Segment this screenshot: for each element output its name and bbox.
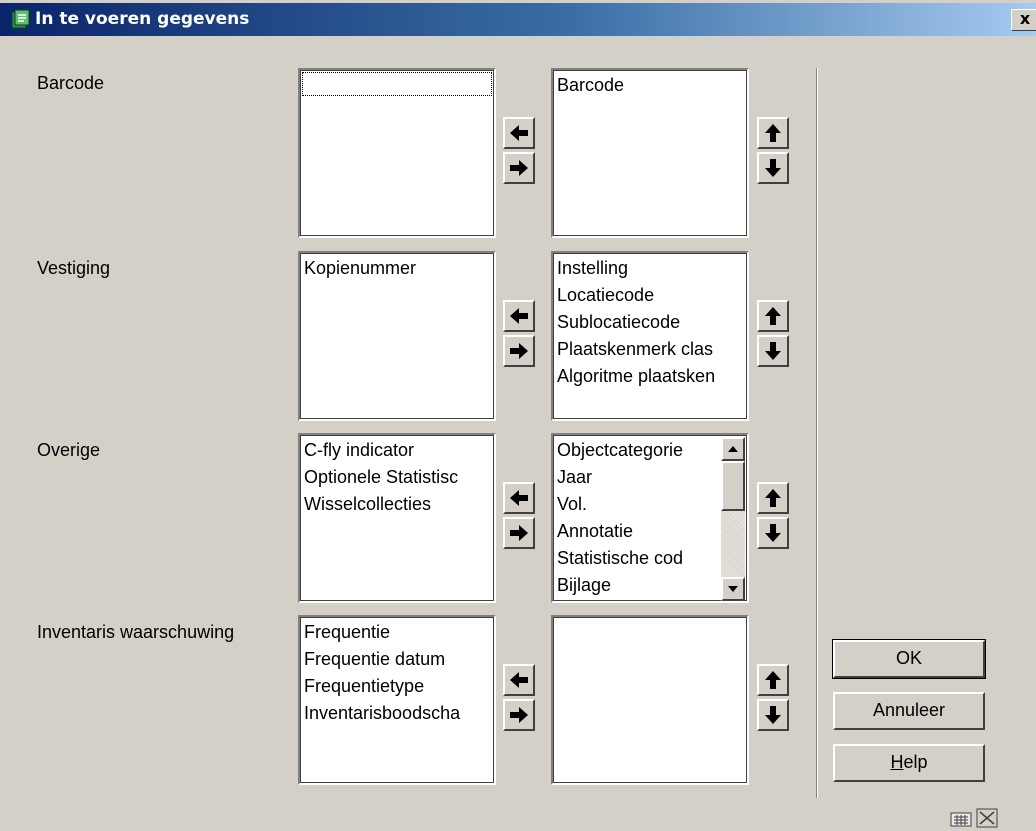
move-down-button[interactable] (757, 517, 789, 549)
list-item[interactable]: Bijlage (553, 572, 723, 599)
vestiging-selected-list[interactable]: Instelling Locatiecode Sublocatiecode Pl… (551, 251, 749, 421)
barcode-selected-list[interactable]: Barcode (551, 68, 749, 238)
arrow-right-icon (510, 525, 528, 541)
list-item[interactable]: Frequentie (300, 619, 494, 646)
arrow-up-icon (765, 307, 781, 325)
arrow-left-icon (510, 490, 528, 506)
move-left-button[interactable] (503, 117, 535, 149)
list-item[interactable]: Wisselcollecties (300, 491, 494, 518)
list-item[interactable]: Optionele Statistisc (300, 464, 494, 491)
arrow-right-icon (510, 343, 528, 359)
move-up-button[interactable] (757, 300, 789, 332)
move-up-button[interactable] (757, 664, 789, 696)
triangle-down-icon (728, 586, 738, 592)
arrow-up-icon (765, 124, 781, 142)
move-right-button[interactable] (503, 335, 535, 367)
inventaris-selected-list[interactable] (551, 615, 749, 785)
arrow-up-icon (765, 671, 781, 689)
move-right-button[interactable] (503, 152, 535, 184)
list-item[interactable]: Vol. (553, 491, 723, 518)
arrow-down-icon (765, 706, 781, 724)
ok-button[interactable]: OK (832, 639, 986, 679)
move-up-button[interactable] (757, 482, 789, 514)
list-item[interactable]: Locatiecode (553, 282, 747, 309)
arrow-up-icon (765, 489, 781, 507)
overige-selected-list[interactable]: Objectcategorie Jaar Vol. Annotatie Stat… (551, 433, 749, 603)
move-left-button[interactable] (503, 300, 535, 332)
vertical-scrollbar[interactable] (721, 437, 745, 601)
overige-available-list[interactable]: C-fly indicator Optionele Statistisc Wis… (298, 433, 496, 603)
resize-icon[interactable] (976, 808, 998, 828)
scroll-thumb[interactable] (721, 461, 745, 511)
list-item[interactable]: Instelling (553, 255, 747, 282)
help-label: elp (903, 752, 928, 772)
arrow-left-icon (510, 125, 528, 141)
list-item[interactable]: Inventarisboodscha (300, 700, 494, 727)
move-right-button[interactable] (503, 517, 535, 549)
arrow-down-icon (765, 342, 781, 360)
move-up-button[interactable] (757, 117, 789, 149)
close-button[interactable]: x (1011, 9, 1036, 31)
list-item[interactable]: Jaar (553, 464, 723, 491)
help-button[interactable]: Help (833, 744, 985, 782)
cancel-button[interactable]: Annuleer (833, 692, 985, 730)
list-items: Frequentie Frequentie datum Frequentiety… (300, 619, 494, 727)
scroll-down-button[interactable] (721, 577, 745, 601)
list-items: Instelling Locatiecode Sublocatiecode Pl… (553, 255, 747, 390)
vestiging-available-list[interactable]: Kopienummer (298, 251, 496, 421)
keyboard-icon[interactable] (950, 810, 972, 828)
arrow-left-icon (510, 308, 528, 324)
list-item[interactable]: Frequentietype (300, 673, 494, 700)
arrow-left-icon (510, 672, 528, 688)
arrow-down-icon (765, 524, 781, 542)
app-icon (11, 9, 30, 29)
move-left-button[interactable] (503, 482, 535, 514)
focus-placeholder (302, 72, 492, 96)
vertical-divider (816, 68, 818, 798)
title-bar-background: In te voeren gegevens x (0, 3, 1036, 36)
move-left-button[interactable] (503, 664, 535, 696)
move-down-button[interactable] (757, 699, 789, 731)
barcode-available-list[interactable] (298, 68, 496, 238)
list-item[interactable]: Kopienummer (300, 255, 494, 282)
list-item[interactable]: Plaatskenmerk clas (553, 336, 747, 363)
inventaris-available-list[interactable]: Frequentie Frequentie datum Frequentiety… (298, 615, 496, 785)
title-bar: In te voeren gegevens x (0, 0, 1036, 38)
move-right-button[interactable] (503, 699, 535, 731)
list-items: C-fly indicator Optionele Statistisc Wis… (300, 437, 494, 518)
list-item[interactable]: Barcode (553, 72, 747, 99)
list-item[interactable]: Algoritme plaatsken (553, 363, 747, 390)
list-items: Objectcategorie Jaar Vol. Annotatie Stat… (553, 437, 723, 599)
label-barcode: Barcode (37, 73, 105, 93)
arrow-right-icon (510, 707, 528, 723)
arrow-down-icon (765, 159, 781, 177)
triangle-up-icon (728, 446, 738, 452)
close-icon: x (1019, 9, 1031, 28)
list-item[interactable]: Annotatie (553, 518, 723, 545)
list-item[interactable]: Sublocatiecode (553, 309, 747, 336)
list-item[interactable]: C-fly indicator (300, 437, 494, 464)
list-item[interactable]: Objectcategorie (553, 437, 723, 464)
label-vestiging: Vestiging (37, 258, 111, 278)
arrow-right-icon (510, 160, 528, 176)
help-mnemonic: H (890, 752, 904, 772)
move-down-button[interactable] (757, 335, 789, 367)
label-overige: Overige (37, 440, 101, 460)
label-inventaris: Inventaris waarschuwing (37, 622, 235, 642)
scroll-up-button[interactable] (721, 437, 745, 461)
list-item[interactable]: Statistische cod (553, 545, 723, 572)
list-item[interactable]: Frequentie datum (300, 646, 494, 673)
window-title: In te voeren gegevens (35, 9, 250, 29)
move-down-button[interactable] (757, 152, 789, 184)
